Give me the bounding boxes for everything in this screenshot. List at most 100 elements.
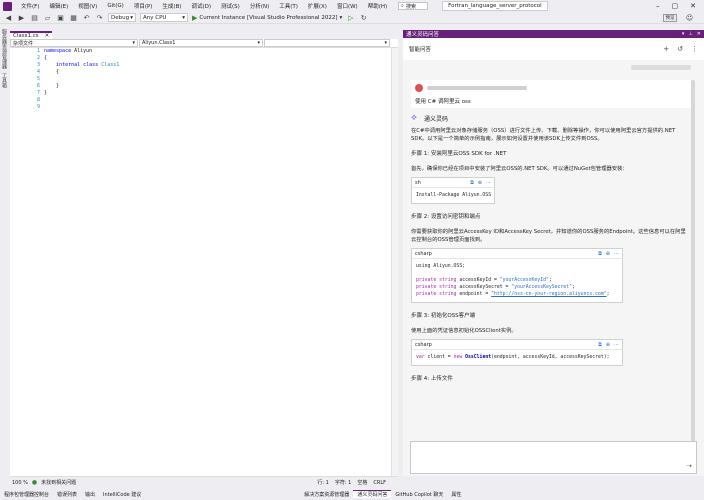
line-number: 6 xyxy=(36,83,40,89)
tab-output[interactable]: 输出 xyxy=(81,491,99,498)
brace: } xyxy=(56,83,60,89)
code-line: { xyxy=(44,69,119,76)
back-icon[interactable]: ◀ xyxy=(4,14,13,22)
menu-project[interactable]: 项目(P) xyxy=(129,2,158,10)
class-name: OssClient xyxy=(462,355,492,360)
code-text[interactable]: namespace Aliyun { internal class Class1… xyxy=(44,48,119,97)
more-icon[interactable]: ⋯ xyxy=(614,342,619,348)
search-box[interactable]: ⌕ 搜索 xyxy=(398,2,429,10)
code-line: private string accessKeySecret = "yourAc… xyxy=(416,284,618,291)
menu-git[interactable]: Git(G) xyxy=(102,3,129,9)
copy-icon[interactable]: ⧉ xyxy=(470,180,474,186)
menu-build[interactable]: 生成(B) xyxy=(157,2,186,10)
close-icon[interactable]: ✕ xyxy=(690,2,696,10)
config-select[interactable]: Debug ▾ xyxy=(108,13,136,22)
line-indicator[interactable]: 行: 1 xyxy=(317,479,328,486)
start-button[interactable]: ▶ Current Instance [Visual Studio Profes… xyxy=(192,14,342,22)
identifier: client = xyxy=(424,355,454,360)
account-icon[interactable]: ☺ xyxy=(685,14,694,22)
menu-tools[interactable]: 工具(T) xyxy=(274,2,303,10)
more-icon[interactable]: ⋮ xyxy=(691,45,698,53)
editor-vertical-scrollbar[interactable] xyxy=(391,48,398,476)
menu-help[interactable]: 帮助(H) xyxy=(363,2,392,10)
url-literal[interactable]: "http://oss-cn-your-region.aliyuncs.com" xyxy=(491,292,607,297)
tab-tongyi-lingma[interactable]: 通义灵码问答 xyxy=(353,490,392,498)
chevron-down-icon[interactable]: ▾ xyxy=(682,31,685,37)
menu-view[interactable]: 视图(V) xyxy=(73,2,102,10)
platform-select[interactable]: Any CPU ▾ xyxy=(140,13,188,22)
keyword: internal class xyxy=(56,62,99,68)
tab-properties[interactable]: 属性 xyxy=(447,491,465,498)
menu-analyze[interactable]: 分析(N) xyxy=(245,2,274,10)
tab-package-manager-console[interactable]: 程序包管理器控制台 xyxy=(0,491,53,498)
char-indicator[interactable]: 字符: 1 xyxy=(335,479,351,486)
copy-icon[interactable]: ⧉ xyxy=(598,251,602,257)
menu-file[interactable]: 文件(F) xyxy=(16,2,44,10)
pin-icon[interactable]: ⊥ xyxy=(688,31,692,37)
open-folder-icon[interactable]: ▱ xyxy=(43,14,52,22)
insert-icon[interactable]: ⊕ xyxy=(478,180,482,186)
line-ending-indicator[interactable]: CRLF xyxy=(373,480,386,486)
line-number: 2 xyxy=(36,55,40,61)
code-block-content[interactable]: using Aliyun.OSS; private string accessK… xyxy=(412,259,622,302)
menu-extensions[interactable]: 扩展(X) xyxy=(303,2,332,10)
insert-icon[interactable]: ⊕ xyxy=(606,342,610,348)
project-dropdown[interactable]: 杂项文件 ▾ xyxy=(10,39,138,47)
tab-intellicode[interactable]: IntelliCode 建议 xyxy=(99,491,145,498)
tab-error-list[interactable]: 错误列表 xyxy=(53,491,81,498)
new-file-icon[interactable]: ▤ xyxy=(30,14,39,22)
close-icon[interactable]: ✕ xyxy=(697,31,701,37)
new-chat-icon[interactable]: + xyxy=(663,45,669,53)
menu-edit[interactable]: 编辑(E) xyxy=(44,2,73,10)
chat-scrollbar[interactable] xyxy=(691,80,695,470)
solution-title: Fortran_language_server_protocol xyxy=(442,1,548,11)
chat-input[interactable]: ➝ xyxy=(410,441,697,474)
navigation-bar: 杂项文件 ▾ Aliyun.Class1 ▾ ▾ xyxy=(10,39,398,48)
code-line: internal class Class1 xyxy=(44,62,119,69)
code-editor[interactable]: 1 2 3 4 5 6 7 8 9 namespace Aliyun { int… xyxy=(10,48,398,476)
send-icon[interactable]: ➝ xyxy=(686,462,692,470)
hot-reload-icon[interactable]: ↻ xyxy=(359,14,368,22)
maximize-icon[interactable]: ▢ xyxy=(672,2,679,10)
menu-window[interactable]: 窗口(W) xyxy=(332,2,363,10)
whitespace-indicator[interactable]: 空格 xyxy=(357,479,367,486)
menu-test[interactable]: 测试(S) xyxy=(216,2,245,10)
zoom-level[interactable]: 100 % xyxy=(12,480,28,486)
document-tab[interactable]: Class1.cs ✕ xyxy=(10,31,53,39)
chevron-down-icon: ▾ xyxy=(257,40,260,46)
insert-icon[interactable]: ⊕ xyxy=(606,251,610,257)
preview-badge[interactable]: 预览 xyxy=(663,13,677,22)
minimize-icon[interactable]: – xyxy=(656,2,660,10)
assistant-chat-area[interactable]: 使用 C# 调阿里云 oss ⟡ 通义灵码 在C#中调用阿里云对象存储服务（OS… xyxy=(403,60,704,476)
keyword: private string xyxy=(416,292,457,297)
save-all-icon[interactable]: ▦ xyxy=(69,14,78,22)
type-dropdown[interactable]: Aliyun.Class1 ▾ xyxy=(139,39,263,47)
arguments: (endpoint, accessKeyId, accessKeySecret)… xyxy=(491,355,610,360)
more-icon[interactable]: ⋯ xyxy=(614,251,619,257)
code-language: csharp xyxy=(415,341,432,348)
forward-icon[interactable]: ▶ xyxy=(17,14,26,22)
tab-github-copilot-chat[interactable]: GitHub Copilot 聊天 xyxy=(391,491,447,498)
server-explorer-tab[interactable]: 服务器资源管理器 xyxy=(1,29,8,69)
copy-icon[interactable]: ⧉ xyxy=(598,342,602,348)
save-icon[interactable]: ▣ xyxy=(56,14,65,22)
more-icon[interactable]: ⋯ xyxy=(486,180,491,186)
code-block-content[interactable]: Install-Package Aliyun.OSS xyxy=(412,188,494,203)
code-block-header: csharp ⧉ ⊕ ⋯ xyxy=(412,249,622,259)
menu-debug[interactable]: 调试(D) xyxy=(187,2,217,10)
tab-solution-explorer[interactable]: 解决方案资源管理器 xyxy=(300,491,353,498)
undo-icon[interactable]: ↶ xyxy=(82,14,91,22)
member-dropdown[interactable]: ▾ xyxy=(264,39,390,47)
start-without-debug-icon[interactable]: ▷ xyxy=(346,14,355,22)
redo-icon[interactable]: ↷ xyxy=(95,14,104,22)
line-number: 9 xyxy=(36,104,40,110)
toolbox-tab[interactable]: 工具箱 xyxy=(1,73,8,88)
code-line: namespace Aliyun xyxy=(44,48,119,55)
history-icon[interactable]: ↺ xyxy=(677,45,683,53)
assistant-panel-titlebar: 通义灵码问答 ▾ ⊥ ✕ xyxy=(403,30,704,38)
code-block-content[interactable]: var client = new OssClient(endpoint, acc… xyxy=(412,350,622,365)
issues-status[interactable]: 未找到相关问题 xyxy=(41,479,76,486)
search-icon: ⌕ xyxy=(401,3,404,9)
chevron-down-icon: ▾ xyxy=(182,14,185,21)
